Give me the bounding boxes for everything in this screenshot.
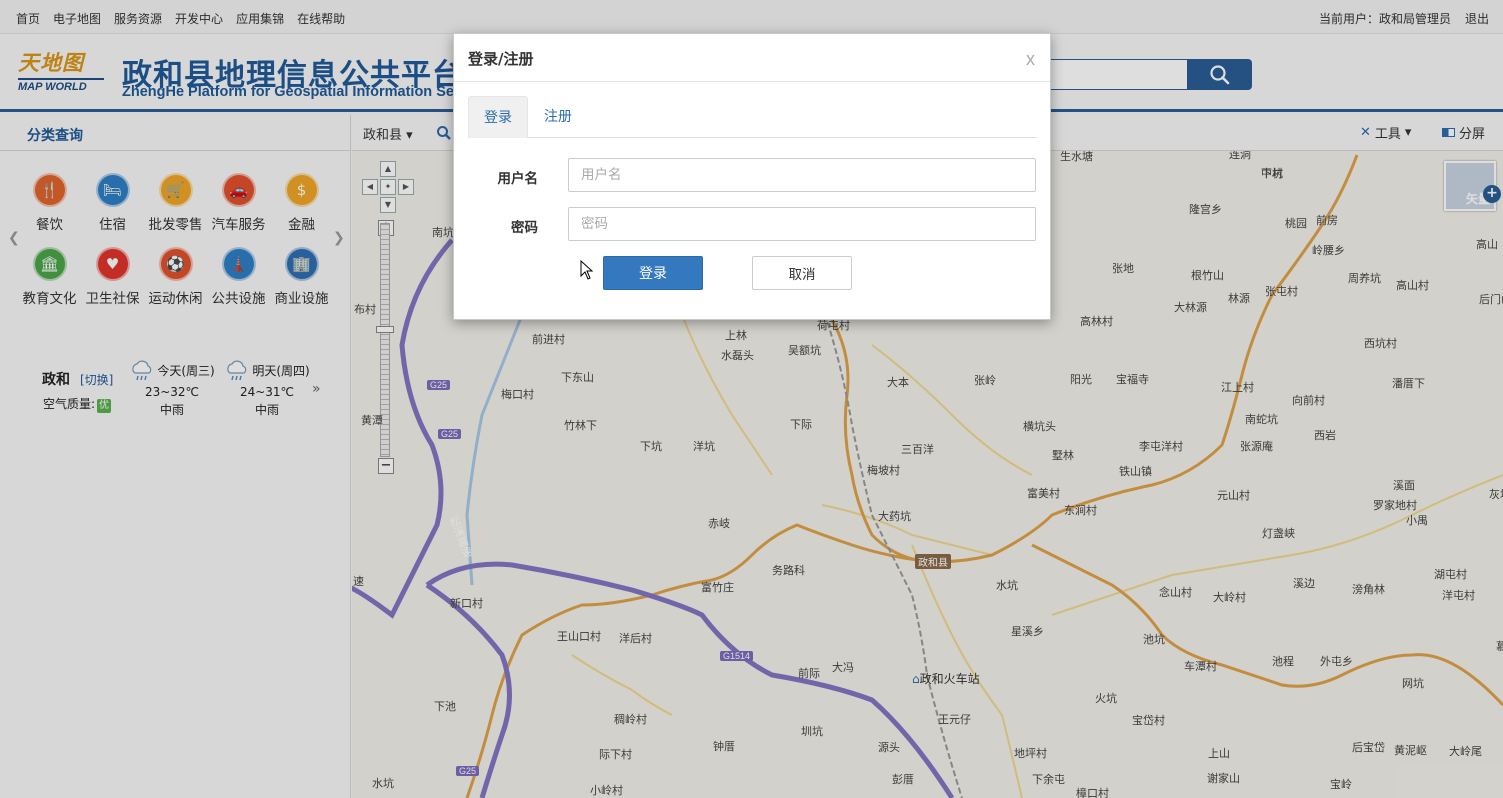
dialog-title: 登录/注册: [468, 50, 534, 68]
password-field[interactable]: [568, 207, 1036, 241]
username-field[interactable]: [568, 158, 1036, 192]
cancel-button[interactable]: 取消: [752, 256, 852, 290]
password-label: 密码: [511, 220, 538, 236]
tab-login[interactable]: 登录: [468, 96, 528, 138]
login-dialog: 登录/注册 x 登录 注册 用户名 密码 登录 取消: [453, 33, 1051, 320]
username-label: 用户名: [497, 171, 539, 187]
tab-register[interactable]: 注册: [529, 96, 587, 138]
close-icon[interactable]: x: [1026, 49, 1035, 70]
dialog-header: 登录/注册 x: [454, 34, 1050, 82]
dialog-tabs: 登录 注册: [468, 96, 1037, 138]
mouse-cursor-icon: [580, 260, 594, 280]
login-button[interactable]: 登录: [603, 256, 703, 290]
